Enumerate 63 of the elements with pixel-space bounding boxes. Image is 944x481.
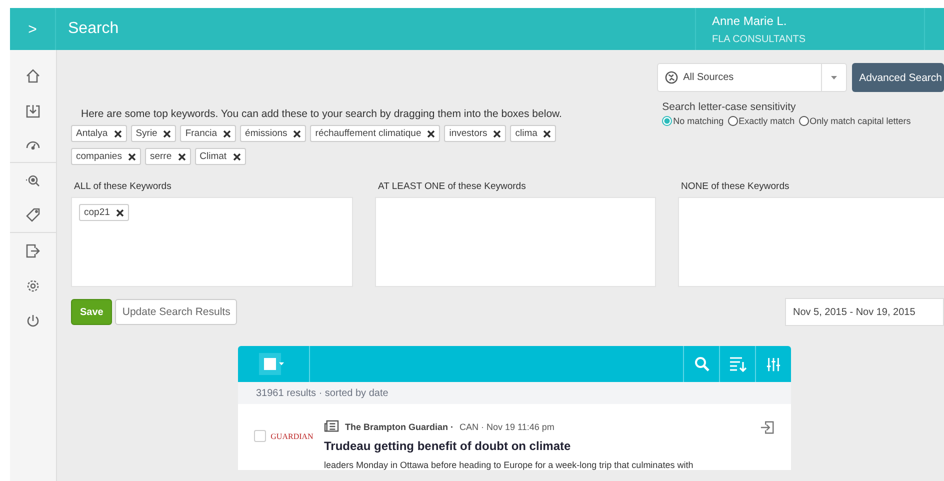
company-name: FLA CONSULTANTS (712, 34, 807, 44)
remove-icon[interactable] (163, 130, 172, 138)
remove-icon[interactable] (293, 130, 302, 138)
article-snippet: leaders Monday in Ottawa before heading to Europe for a week-long trip that culminates with (324, 460, 694, 470)
home-icon (25, 68, 41, 84)
keyword-box-label: NONE of these Keywords (681, 181, 790, 192)
result-checkbox[interactable] (254, 430, 266, 442)
keyword-box-label: ALL of these Keywords (74, 181, 172, 192)
keyword-tag[interactable]: Francia (180, 125, 236, 142)
remove-icon[interactable] (178, 152, 186, 160)
keyword-tag[interactable]: Syrie (130, 125, 176, 142)
remove-icon[interactable] (543, 130, 552, 138)
update-results-button[interactable]: Update Search Results (115, 299, 238, 325)
sliders-icon (766, 356, 781, 372)
user-name: Anne Marie L. (712, 14, 788, 28)
keyword-tag[interactable]: companies (71, 148, 141, 165)
keyword-tag[interactable]: clima (510, 125, 556, 142)
keyword-tag[interactable]: investors (444, 125, 506, 142)
remove-icon[interactable] (114, 130, 122, 138)
source-logo: GUARDIAN (270, 432, 314, 443)
case-sensitivity-label: Search letter-case sensitivity (662, 101, 797, 113)
gear-icon (25, 278, 41, 294)
remove-icon[interactable] (427, 130, 436, 138)
remove-icon[interactable] (232, 152, 241, 160)
newspaper-icon (324, 420, 339, 433)
radio-icon[interactable] (798, 116, 809, 126)
sources-value: All Sources (683, 72, 735, 83)
remove-icon[interactable] (493, 130, 502, 138)
source-name[interactable]: The Brampton Guardian · (345, 422, 454, 432)
keyword-tag[interactable]: Antalya (71, 125, 127, 142)
keyword-tag[interactable]: cop21 (79, 204, 129, 221)
keywords-hint: Here are some top keywords. You can add these to your search by dragging them into the boxes below. (81, 108, 563, 120)
remove-icon[interactable] (223, 130, 232, 138)
download-icon (25, 102, 41, 118)
power-icon (25, 312, 41, 328)
case-radio-option[interactable]: Exactly match (728, 116, 795, 126)
export-icon[interactable] (760, 420, 775, 435)
page-title: Search (67, 20, 120, 38)
results-summary: 31961 results · sorted by date (238, 382, 791, 404)
export-icon (25, 242, 41, 258)
remove-icon[interactable] (128, 152, 136, 160)
keyword-tag[interactable]: Climat (194, 148, 246, 165)
sources-select[interactable]: All Sources (657, 63, 848, 92)
case-radio-option[interactable]: Only match capital letters (798, 116, 911, 126)
keyword-tag[interactable]: serre (144, 148, 191, 165)
radio-icon[interactable] (662, 116, 672, 126)
keyword-drop-box[interactable]: cop21 (71, 197, 353, 287)
keyword-box-label: AT LEAST ONE of these Keywords (378, 181, 527, 192)
keyword-tag[interactable]: réchauffement climatique (310, 125, 440, 142)
article-meta: CAN · Nov 19 11:46 pm (460, 422, 554, 432)
date-range-field[interactable]: Nov 5, 2015 - Nov 19, 2015 (785, 298, 944, 326)
keyword-tag[interactable]: émissions (240, 125, 306, 142)
search-icon (694, 356, 710, 372)
sort-icon (728, 356, 746, 372)
advanced-search-button[interactable]: Advanced Search (852, 63, 944, 92)
zoom-icon (25, 172, 41, 188)
case-radio-option[interactable]: No matching (662, 116, 724, 126)
radio-icon[interactable] (728, 116, 738, 126)
caret-icon (278, 362, 284, 366)
article-headline[interactable]: Trudeau getting benefit of doubt on climate (324, 439, 760, 453)
remove-icon[interactable] (116, 208, 124, 216)
caret-icon (831, 76, 838, 80)
tag-icon (25, 207, 41, 223)
